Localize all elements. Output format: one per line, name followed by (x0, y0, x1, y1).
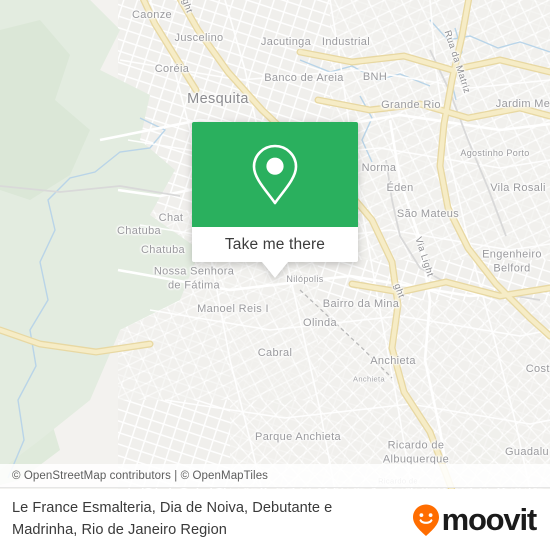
moovit-wordmark: moovit (441, 502, 538, 537)
footer-bar: Le France Esmalteria, Dia de Noiva, Debu… (0, 489, 550, 550)
callout-pointer-tail (262, 262, 288, 278)
map-viewport[interactable]: Caonze Juscelino Jacutinga Industrial Coréia… (0, 0, 550, 490)
take-me-there-button[interactable]: Take me there (225, 236, 325, 254)
map-screenshot: Caonze Juscelino Jacutinga Industrial Coréia… (0, 0, 550, 550)
attribution-text[interactable]: © OpenStreetMap contributors | © OpenMap… (12, 470, 268, 482)
place-title: Le France Esmalteria, Dia de Noiva, Debu… (12, 500, 333, 538)
moovit-logo[interactable]: moovit (411, 502, 538, 537)
callout-image-area (192, 122, 358, 227)
map-attribution-bar: © OpenStreetMap contributors | © OpenMap… (0, 464, 550, 488)
map-pin-icon (252, 144, 298, 204)
callout-action-area[interactable]: Take me there (192, 227, 358, 262)
destination-callout-card[interactable]: Take me there (192, 122, 358, 278)
moovit-pin-smiley-icon (412, 504, 439, 536)
